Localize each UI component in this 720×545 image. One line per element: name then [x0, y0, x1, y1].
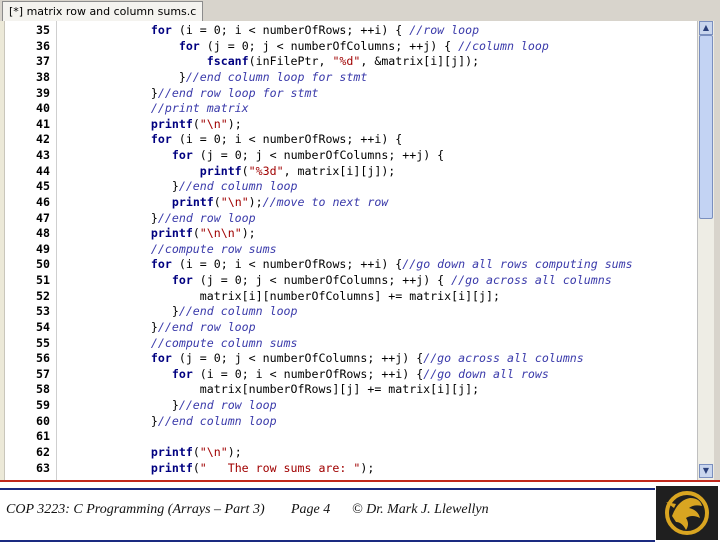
line-number: 44	[36, 163, 50, 178]
line-number: 46	[36, 194, 50, 209]
code-editor[interactable]: 35 36 37 38 39 40 41 42 43 44 45 46 47 48 49 50 51 52 53 54…	[0, 21, 720, 480]
line-number: 38	[36, 69, 50, 84]
file-tab[interactable]: [*] matrix row and column sums.c	[2, 1, 204, 21]
line-number: 47	[36, 210, 50, 225]
code-line[interactable]: for (i = 0; i < numberOfRows; ++i) {	[123, 132, 402, 148]
code-line[interactable]: fscanf(inFilePtr, "%d", &matrix[i][j]);	[123, 54, 479, 70]
code-line[interactable]: for (j = 0; j < numberOfColumns; ++j) { …	[123, 273, 612, 289]
line-number: 45	[36, 179, 50, 194]
line-number: 36	[36, 38, 50, 53]
code-line[interactable]: }//end column loop	[123, 304, 298, 320]
line-number: 42	[36, 132, 50, 147]
pegasus-logo-icon	[656, 486, 718, 540]
line-number: 63	[36, 460, 50, 475]
code-line[interactable]: printf("%3d", matrix[i][j]);	[123, 164, 396, 180]
code-area[interactable]: for (i = 0; i < numberOfRows; ++i) { //r…	[57, 21, 653, 480]
line-number: 61	[36, 429, 50, 444]
code-line[interactable]: }//end column loop	[123, 179, 298, 195]
line-number: 60	[36, 413, 50, 428]
line-number: 53	[36, 304, 50, 319]
code-line[interactable]: }//end column loop	[123, 414, 277, 430]
code-line[interactable]: printf(" The row sums are: ");	[123, 461, 374, 477]
code-line[interactable]: printf("\n");	[123, 445, 242, 461]
line-number: 41	[36, 116, 50, 131]
code-line[interactable]: for (i = 0; i < numberOfRows; ++i) {//go…	[123, 257, 633, 273]
scrollbar-thumb[interactable]	[699, 35, 713, 219]
code-line[interactable]: printf("\n");	[123, 117, 242, 133]
course-title: COP 3223: C Programming (Arrays – Part 3…	[6, 502, 265, 517]
scroll-up-arrow-icon[interactable]: ▲	[699, 21, 713, 35]
line-number: 49	[36, 241, 50, 256]
ucf-pegasus-logo	[656, 486, 718, 540]
line-number: 52	[36, 288, 50, 303]
line-number: 59	[36, 398, 50, 413]
line-number: 55	[36, 335, 50, 350]
line-number-gutter: 35 36 37 38 39 40 41 42 43 44 45 46 47 48 49 50 51 52 53 54…	[5, 21, 57, 480]
code-line[interactable]: printf("\n");//move to next row	[123, 195, 388, 211]
code-line[interactable]: }//end row loop for stmt	[123, 86, 319, 102]
code-line[interactable]: printf("\n\n");	[123, 226, 256, 242]
code-line[interactable]: }//end row loop	[123, 320, 256, 336]
line-number: 37	[36, 54, 50, 69]
line-number: 48	[36, 226, 50, 241]
line-number: 51	[36, 273, 50, 288]
line-number: 54	[36, 319, 50, 334]
code-line[interactable]: for (j = 0; j < numberOfColumns; ++j) { …	[123, 39, 549, 55]
copyright-notice: © Dr. Mark J. Llewellyn	[352, 502, 489, 517]
scroll-down-arrow-icon[interactable]: ▼	[699, 464, 713, 478]
line-number: 39	[36, 85, 50, 100]
slide-footer: COP 3223: C Programming (Arrays – Part 3…	[0, 482, 720, 542]
code-line[interactable]: }//end column loop for stmt	[123, 70, 367, 86]
line-number: 56	[36, 351, 50, 366]
code-line[interactable]: //print matrix	[123, 101, 249, 117]
code-line[interactable]: matrix[numberOfRows][j] += matrix[i][j];	[123, 382, 479, 398]
code-line[interactable]: matrix[i][numberOfColumns] += matrix[i][…	[123, 289, 500, 305]
line-number: 58	[36, 382, 50, 397]
line-number: 40	[36, 101, 50, 116]
line-number: 50	[36, 257, 50, 272]
code-line[interactable]: for (i = 0; i < numberOfRows; ++i) {//go…	[123, 367, 549, 383]
code-line[interactable]: //compute row sums	[123, 242, 277, 258]
code-line[interactable]: }//end row loop	[123, 211, 256, 227]
code-line[interactable]: for (j = 0; j < numberOfColumns; ++j) {/…	[123, 351, 584, 367]
line-number: 57	[36, 366, 50, 381]
footer-rule: COP 3223: C Programming (Arrays – Part 3…	[0, 488, 655, 542]
line-number: 62	[36, 445, 50, 459]
window-right-edge	[714, 0, 720, 480]
editor-tab-bar: [*] matrix row and column sums.c	[0, 0, 720, 22]
vertical-scrollbar[interactable]: ▲ ▼	[697, 21, 714, 480]
code-line[interactable]: }//end row loop	[123, 398, 277, 414]
code-line[interactable]: for (j = 0; j < numberOfColumns; ++j) {	[123, 148, 444, 164]
code-line[interactable]: //compute column sums	[123, 336, 298, 352]
page-number: Page 4	[291, 502, 331, 517]
line-number: 35	[36, 23, 50, 37]
line-number: 43	[36, 148, 50, 163]
code-line[interactable]: for (i = 0; i < numberOfRows; ++i) { //r…	[123, 23, 479, 39]
